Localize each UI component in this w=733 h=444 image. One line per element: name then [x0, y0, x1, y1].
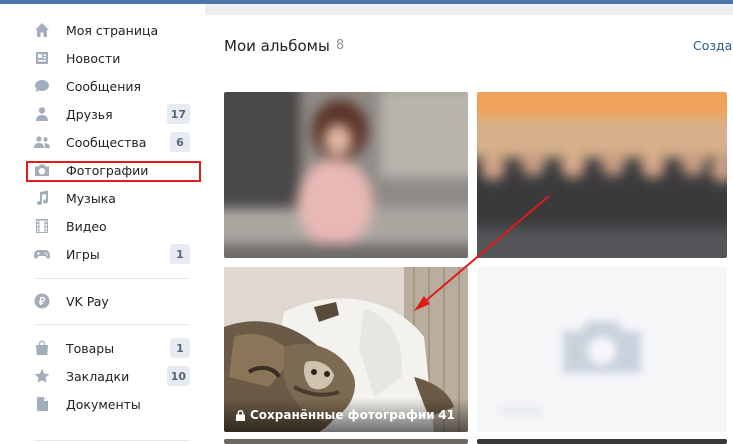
album-cover-image [224, 92, 468, 258]
sidebar-divider [34, 324, 190, 325]
sidebar-item-communities[interactable]: Сообщества 6 [34, 130, 190, 154]
album-cover-image [477, 92, 727, 258]
sidebar-item-label: Друзья [66, 106, 113, 122]
album-cover-image [477, 267, 727, 432]
games-count-badge: 1 [170, 244, 190, 264]
sidebar-divider [34, 440, 190, 441]
photos-highlight-box [26, 161, 201, 182]
album-card-saved-photos[interactable]: Сохранённые фотографии 41 [224, 267, 468, 432]
sidebar-item-messages[interactable]: Сообщения [34, 74, 190, 98]
lock-icon [236, 409, 245, 421]
star-icon [34, 368, 50, 384]
sidebar-item-label: Сообщения [66, 78, 142, 94]
sidebar-item-label: Моя страница [66, 22, 159, 38]
goods-count-badge: 1 [170, 338, 190, 358]
albums-count: 8 [336, 38, 345, 53]
album-title-text: Сохранённые фотографии [250, 408, 435, 422]
sidebar-item-label: Игры [66, 246, 100, 262]
page-title: Мои альбомы [224, 37, 330, 55]
sidebar-item-video[interactable]: Видео [34, 214, 190, 238]
sidebar-item-label: Видео [66, 218, 107, 234]
sidebar-item-label: Товары [66, 340, 115, 356]
bookmarks-count-badge: 10 [166, 366, 190, 386]
person-icon [34, 106, 50, 122]
group-icon [34, 134, 50, 150]
sidebar-item-news[interactable]: Новости [34, 46, 190, 70]
album-photo-count: 41 [438, 408, 455, 422]
sidebar-item-label: VK Pay [66, 293, 109, 309]
sidebar-item-label: Закладки [66, 368, 130, 384]
albums-panel: Мои альбомы 8 Создат [205, 15, 733, 444]
sidebar-divider [34, 278, 190, 279]
sidebar-item-label: Музыка [66, 190, 116, 206]
sidebar-item-my-page[interactable]: Моя страница [34, 18, 190, 42]
communities-count-badge: 6 [170, 132, 190, 152]
sidebar-item-vk-pay[interactable]: VK Pay [34, 289, 190, 313]
create-album-link[interactable]: Создат [693, 38, 733, 53]
film-icon [34, 218, 50, 234]
shopping-bag-icon [34, 340, 50, 356]
album-card-next-row[interactable] [477, 439, 727, 444]
music-note-icon [34, 190, 50, 206]
sidebar-item-goods[interactable]: Товары 1 [34, 336, 190, 360]
sidebar-item-label: Сообщества [66, 134, 147, 150]
sidebar-item-music[interactable]: Музыка [34, 186, 190, 210]
news-icon [34, 50, 50, 66]
chat-icon [34, 78, 50, 94]
album-card-next-row[interactable] [224, 439, 468, 444]
sidebar-item-friends[interactable]: Друзья 17 [34, 102, 190, 126]
sidebar-item-documents[interactable]: Документы [34, 392, 190, 416]
ruble-coin-icon [34, 293, 50, 309]
sidebar-menu: Моя страница Новости Сообщения Друзья 17… [0, 4, 205, 444]
sidebar-item-label: Новости [66, 50, 121, 66]
home-icon [34, 22, 50, 38]
album-card-blurred-group[interactable] [477, 92, 727, 258]
sidebar-item-games[interactable]: Игры 1 [34, 242, 190, 266]
gamepad-icon [34, 246, 50, 262]
friends-count-badge: 17 [166, 104, 190, 124]
sidebar-item-bookmarks[interactable]: Закладки 10 [34, 364, 190, 388]
album-title: Сохранённые фотографии [236, 408, 435, 422]
sidebar-item-label: Документы [66, 396, 141, 412]
album-card-empty[interactable] [477, 267, 727, 432]
album-card-blurred-woman[interactable] [224, 92, 468, 258]
document-icon [34, 396, 50, 412]
